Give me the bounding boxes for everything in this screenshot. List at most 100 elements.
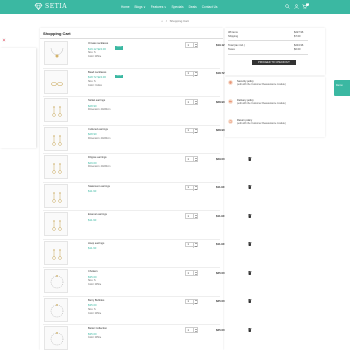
quantity-arrows[interactable] bbox=[193, 242, 197, 248]
quantity-stepper[interactable]: 1 bbox=[185, 99, 198, 105]
chevron-down-icon[interactable] bbox=[195, 74, 197, 76]
chevron-up-icon[interactable] bbox=[195, 72, 197, 74]
brand-logo[interactable]: SETIA bbox=[34, 3, 67, 10]
side-demo-tab[interactable]: Demo bbox=[334, 80, 350, 96]
chevron-down-icon[interactable] bbox=[195, 274, 197, 275]
product-thumbnail[interactable] bbox=[44, 212, 68, 236]
quantity-stepper[interactable]: 1 bbox=[185, 270, 198, 276]
summary-total-label: Total (tax incl.) bbox=[228, 44, 245, 47]
chevron-down-icon[interactable] bbox=[195, 46, 197, 47]
quantity-stepper[interactable]: 1 bbox=[185, 184, 198, 191]
quantity-value[interactable]: 1 bbox=[188, 101, 189, 104]
chevron-down-icon[interactable] bbox=[195, 160, 197, 161]
quantity-value[interactable]: 1 bbox=[188, 300, 189, 303]
quantity-arrows[interactable] bbox=[193, 128, 197, 134]
chevron-down-icon[interactable] bbox=[195, 131, 197, 133]
product-name[interactable]: Hoop earrings bbox=[88, 242, 104, 245]
quantity-arrows[interactable] bbox=[193, 299, 197, 305]
chevron-up-icon[interactable] bbox=[195, 43, 197, 45]
quantity-arrows[interactable] bbox=[193, 328, 197, 333]
quantity-arrows[interactable] bbox=[193, 100, 197, 105]
product-thumbnail[interactable] bbox=[44, 155, 68, 179]
product-name[interactable]: Statement earrings bbox=[88, 185, 110, 188]
home-icon[interactable]: ⌂ bbox=[161, 19, 163, 23]
trash-icon[interactable] bbox=[248, 299, 252, 303]
nav-home[interactable]: Home bbox=[121, 5, 130, 9]
chevron-up-icon[interactable] bbox=[195, 328, 197, 330]
cart-icon[interactable]: 1 bbox=[302, 2, 309, 9]
search-icon[interactable] bbox=[285, 4, 290, 9]
quantity-value[interactable]: 1 bbox=[188, 329, 189, 332]
quantity-arrows[interactable] bbox=[193, 214, 197, 219]
product-thumbnail[interactable] bbox=[44, 326, 68, 350]
product-name[interactable]: Ornate necklaces bbox=[88, 42, 108, 45]
quantity-stepper[interactable]: 1 bbox=[185, 298, 198, 305]
product-thumbnail[interactable] bbox=[44, 240, 68, 265]
chevron-up-icon[interactable] bbox=[195, 100, 197, 102]
chevron-up-icon[interactable] bbox=[195, 243, 197, 245]
trash-icon[interactable] bbox=[248, 270, 252, 275]
quantity-arrows[interactable] bbox=[193, 71, 197, 77]
quantity-stepper[interactable]: 1 bbox=[185, 70, 198, 77]
product-thumbnail[interactable] bbox=[44, 297, 68, 322]
chevron-up-icon[interactable] bbox=[195, 157, 197, 159]
quantity-arrows[interactable] bbox=[193, 185, 197, 191]
nav-contact[interactable]: Contact Us bbox=[202, 5, 218, 9]
trash-icon[interactable] bbox=[248, 327, 252, 332]
product-thumbnail[interactable] bbox=[44, 98, 68, 122]
quantity-stepper[interactable]: 1 bbox=[185, 213, 198, 219]
customer-reassurance: Security policy (edit with the Customer … bbox=[225, 77, 325, 137]
quantity-value[interactable]: 1 bbox=[188, 129, 189, 132]
quantity-value[interactable]: 1 bbox=[188, 186, 189, 189]
chevron-up-icon[interactable] bbox=[195, 129, 197, 131]
product-name[interactable]: Berry Bubbles bbox=[88, 299, 104, 302]
quantity-stepper[interactable]: 1 bbox=[185, 127, 198, 134]
product-name[interactable]: Enamel earrings bbox=[88, 213, 107, 216]
quantity-value[interactable]: 1 bbox=[188, 72, 189, 75]
quantity-value[interactable]: 1 bbox=[188, 243, 189, 246]
nav-blogs[interactable]: Blogs ∨ bbox=[135, 5, 146, 9]
quantity-stepper[interactable]: 1 bbox=[185, 327, 198, 333]
quantity-value[interactable]: 1 bbox=[188, 44, 189, 47]
chevron-down-icon[interactable] bbox=[195, 331, 197, 332]
product-thumbnail[interactable] bbox=[44, 183, 68, 208]
trash-icon[interactable] bbox=[248, 213, 252, 218]
chevron-up-icon[interactable] bbox=[195, 214, 197, 216]
proceed-to-checkout-button[interactable]: PROCEED TO CHECKOUT bbox=[252, 60, 296, 65]
chevron-up-icon[interactable] bbox=[195, 271, 197, 273]
quantity-value[interactable]: 1 bbox=[188, 158, 189, 161]
nav-features[interactable]: Features ∨ bbox=[151, 5, 167, 9]
chevron-down-icon[interactable] bbox=[195, 103, 197, 104]
product-name[interactable]: Filigree earrings bbox=[88, 156, 107, 159]
quantity-value[interactable]: 1 bbox=[188, 272, 189, 275]
nav-deals[interactable]: Deals bbox=[189, 5, 197, 9]
product-thumbnail[interactable] bbox=[44, 126, 68, 151]
product-name[interactable]: Bead necklaces bbox=[88, 71, 106, 74]
product-name[interactable]: Chokers bbox=[88, 270, 98, 273]
quantity-stepper[interactable]: 1 bbox=[185, 156, 198, 162]
chevron-down-icon[interactable] bbox=[195, 245, 197, 247]
product-thumbnail[interactable] bbox=[44, 41, 68, 65]
quantity-value[interactable]: 1 bbox=[188, 215, 189, 218]
chevron-down-icon[interactable] bbox=[195, 188, 197, 190]
user-icon[interactable] bbox=[293, 4, 299, 9]
quantity-stepper[interactable]: 1 bbox=[185, 241, 198, 248]
quantity-arrows[interactable] bbox=[193, 157, 197, 162]
product-name[interactable]: Better Collection bbox=[88, 327, 107, 330]
trash-icon[interactable] bbox=[248, 242, 252, 246]
chevron-down-icon[interactable] bbox=[195, 217, 197, 218]
chevron-down-icon[interactable] bbox=[195, 302, 197, 304]
quantity-stepper[interactable]: 1 bbox=[185, 42, 198, 48]
language-flag-icon[interactable] bbox=[1, 38, 7, 42]
chevron-up-icon[interactable] bbox=[195, 300, 197, 302]
product-name[interactable]: Cultured earrings bbox=[88, 128, 108, 131]
nav-specials[interactable]: Specials bbox=[172, 5, 184, 9]
chevron-up-icon[interactable] bbox=[195, 186, 197, 188]
quantity-arrows[interactable] bbox=[193, 43, 197, 48]
trash-icon[interactable] bbox=[248, 185, 252, 189]
product-name[interactable]: Nickel earrings bbox=[88, 99, 105, 102]
product-thumbnail[interactable] bbox=[44, 269, 68, 293]
quantity-arrows[interactable] bbox=[193, 271, 197, 276]
trash-icon[interactable] bbox=[248, 156, 252, 161]
product-thumbnail[interactable] bbox=[44, 69, 68, 94]
